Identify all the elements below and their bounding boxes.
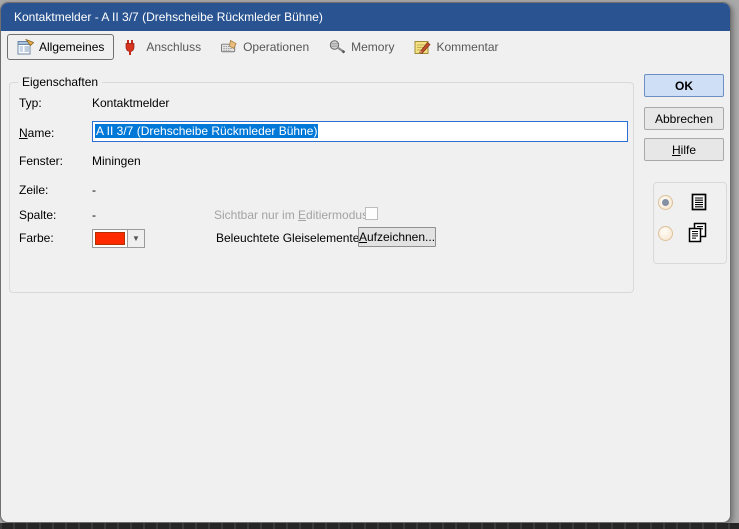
background-window-strip <box>0 523 739 529</box>
document-list-icon <box>691 193 707 216</box>
typ-label: Typ: <box>19 97 42 110</box>
sichtbar-label: Sichtbar nur im Editiermodus: <box>214 209 371 222</box>
keyboard-icon <box>221 39 238 55</box>
sichtbar-checkbox[interactable] <box>365 207 378 220</box>
tab-label: Allgemeines <box>39 40 104 54</box>
typ-value: Kontaktmelder <box>92 97 169 110</box>
eigenschaften-group: Eigenschaften <box>9 82 634 293</box>
fenster-value: Miningen <box>92 155 141 168</box>
tab-label: Anschluss <box>146 40 201 54</box>
name-input[interactable]: A II 3/7 (Drehscheibe Rückmleder Bühne) <box>92 121 628 142</box>
microphone-icon <box>329 39 346 55</box>
fenster-label: Fenster: <box>19 155 63 168</box>
plug-icon <box>124 39 141 55</box>
kontaktmelder-dialog: Kontaktmelder - A II 3/7 (Drehscheibe Rü… <box>0 2 731 523</box>
eigenschaften-group-label: Eigenschaften <box>18 75 102 89</box>
name-label: Name: <box>19 127 54 140</box>
beleuchtete-label: Beleuchtete Gleiselemente: <box>216 232 363 245</box>
form-icon <box>17 39 34 55</box>
tab-operationen[interactable]: Operationen <box>211 34 319 60</box>
documents-stack-icon <box>687 222 708 249</box>
chevron-down-icon[interactable]: ▼ <box>127 230 144 247</box>
single-view-radio[interactable] <box>658 195 673 210</box>
tab-label: Kommentar <box>436 40 498 54</box>
tab-memory[interactable]: Memory <box>319 34 404 60</box>
window-title: Kontaktmelder - A II 3/7 (Drehscheibe Rü… <box>1 10 323 24</box>
ok-button[interactable]: OK <box>644 74 724 97</box>
tab-anschluss[interactable]: Anschluss <box>114 34 211 60</box>
farbe-color-dropdown[interactable]: ▼ <box>92 229 145 248</box>
titlebar[interactable]: Kontaktmelder - A II 3/7 (Drehscheibe Rü… <box>1 3 730 31</box>
spalte-value: - <box>92 209 96 222</box>
tab-kommentar[interactable]: Kommentar <box>404 34 508 60</box>
multi-view-radio[interactable] <box>658 226 673 241</box>
farbe-label: Farbe: <box>19 232 54 245</box>
aufzeichnen-button[interactable]: Aufzeichnen... <box>358 227 436 247</box>
farbe-color-swatch <box>95 232 125 245</box>
tab-label: Operationen <box>243 40 309 54</box>
name-input-selected-text: A II 3/7 (Drehscheibe Rückmleder Bühne) <box>95 124 318 138</box>
tab-allgemeines[interactable]: Allgemeines <box>7 34 114 60</box>
zeile-label: Zeile: <box>19 184 48 197</box>
hilfe-button[interactable]: Hilfe <box>644 138 724 161</box>
tab-bar: Allgemeines Anschluss <box>7 34 509 60</box>
note-icon <box>414 39 431 55</box>
abbrechen-button[interactable]: Abbrechen <box>644 107 724 130</box>
tab-label: Memory <box>351 40 394 54</box>
zeile-value: - <box>92 184 96 197</box>
screen-background: Kontaktmelder - A II 3/7 (Drehscheibe Rü… <box>0 0 739 529</box>
spalte-label: Spalte: <box>19 209 56 222</box>
